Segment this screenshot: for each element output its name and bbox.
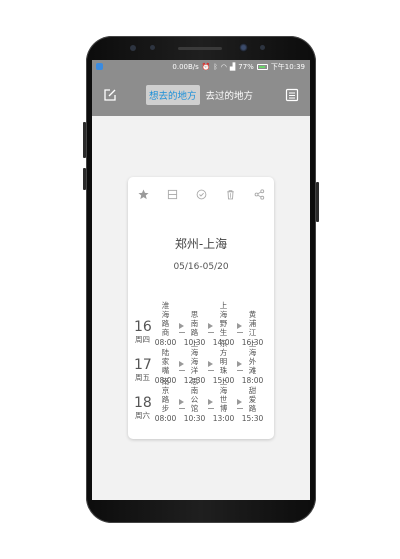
card-action-bar bbox=[128, 177, 274, 200]
sensor-icon bbox=[260, 45, 265, 50]
day-label: 17 周五 bbox=[134, 355, 152, 393]
stop-list: 南京路步 08:00 思南公馆 10:30 上海世博 13:00 甜爱路 15:… bbox=[151, 377, 267, 431]
day-label: 18 周六 bbox=[134, 393, 152, 431]
day-number: 16 bbox=[134, 319, 152, 335]
stop-time: 18:00 bbox=[241, 376, 264, 385]
stop-name: 黄浦江 bbox=[248, 310, 257, 337]
stop-name: 陆家嘴 bbox=[159, 348, 185, 375]
arrow-icon bbox=[236, 361, 242, 367]
signal-icon: ▟ bbox=[229, 63, 236, 71]
arrow-icon bbox=[178, 399, 184, 405]
phone-speaker bbox=[178, 47, 222, 50]
arrow-icon bbox=[178, 361, 184, 367]
tab-been-there[interactable]: 去过的地方 bbox=[203, 85, 257, 105]
day-weekday: 周五 bbox=[135, 373, 150, 382]
status-time: 下午10:39 bbox=[270, 63, 305, 71]
stop-name: 思南公馆 bbox=[188, 377, 214, 413]
stop-item[interactable]: 甜爱路 15:30 bbox=[238, 386, 267, 431]
trash-icon[interactable] bbox=[224, 188, 236, 200]
check-circle-icon[interactable] bbox=[195, 188, 207, 200]
itinerary: 16 周四 淮海路商 08:00 思南路 10:30 上海野生 14:00 黄浦… bbox=[134, 301, 270, 431]
sensor-icon bbox=[150, 45, 155, 50]
trip-date-range: 05/16-05/20 bbox=[173, 262, 229, 272]
stop-time: 15:30 bbox=[241, 414, 264, 423]
power-button bbox=[316, 182, 319, 222]
bluetooth-icon: ᛒ bbox=[213, 63, 218, 71]
stop-item[interactable]: 上海世博 13:00 bbox=[209, 377, 243, 431]
day-number: 17 bbox=[134, 357, 152, 373]
day-number: 18 bbox=[134, 395, 152, 411]
net-speed: 0.00B/s bbox=[172, 63, 199, 71]
sensor-icon bbox=[130, 45, 136, 51]
tab-want-to-go[interactable]: 想去的地方 bbox=[145, 85, 200, 105]
status-bar: 0.00B/s ⏰ ᛒ ◠ ▟ 77% 下午10:39 bbox=[92, 60, 310, 74]
edit-icon[interactable] bbox=[102, 87, 118, 103]
wifi-icon: ◠ bbox=[220, 63, 227, 71]
alarm-icon: ⏰ bbox=[201, 63, 211, 71]
top-toolbar: 想去的地方 去过的地方 bbox=[92, 74, 310, 116]
day-weekday: 周四 bbox=[135, 335, 150, 344]
stop-item[interactable]: 思南公馆 10:30 bbox=[180, 377, 214, 431]
battery-icon bbox=[256, 64, 268, 70]
stop-name: 南京路步 bbox=[159, 377, 185, 413]
stop-name: 甜爱路 bbox=[248, 386, 257, 413]
day-weekday: 周六 bbox=[135, 411, 150, 420]
trip-card[interactable]: 郑州-上海 05/16-05/20 16 周四 淮海路商 08:00 思南路 1… bbox=[128, 177, 274, 439]
stop-time: 13:00 bbox=[212, 414, 235, 423]
stop-name: 上海世博 bbox=[217, 377, 243, 413]
battery-percent: 77% bbox=[238, 63, 254, 71]
arrow-icon bbox=[207, 323, 213, 329]
stop-time: 08:00 bbox=[154, 414, 177, 423]
save-icon[interactable] bbox=[166, 188, 178, 200]
arrow-icon bbox=[207, 399, 213, 405]
itinerary-day: 18 周六 南京路步 08:00 思南公馆 10:30 上海世博 13:00 甜… bbox=[134, 377, 270, 431]
arrow-icon bbox=[207, 361, 213, 367]
stop-name: 淮海路商 bbox=[159, 301, 185, 337]
list-icon[interactable] bbox=[284, 87, 300, 103]
stop-name: 上海外滩 bbox=[248, 339, 257, 375]
stop-item[interactable]: 南京路步 08:00 bbox=[151, 377, 185, 431]
stop-name: 思南路 bbox=[188, 310, 214, 337]
star-icon[interactable] bbox=[137, 188, 149, 200]
arrow-icon bbox=[178, 323, 184, 329]
stop-name: 上海野生 bbox=[217, 301, 243, 337]
stop-time: 08:00 bbox=[154, 338, 177, 347]
trip-title: 郑州-上海 bbox=[174, 237, 228, 251]
stop-time: 10:30 bbox=[183, 414, 206, 423]
stop-name: 东方明珠 bbox=[217, 339, 243, 375]
share-icon[interactable] bbox=[253, 188, 265, 200]
arrow-icon bbox=[236, 399, 242, 405]
day-label: 16 周四 bbox=[134, 317, 152, 355]
tab-group: 想去的地方 去过的地方 bbox=[145, 85, 257, 105]
app-screen: 0.00B/s ⏰ ᛒ ◠ ▟ 77% 下午10:39 想去的地方 去过的地方 bbox=[92, 60, 310, 500]
front-camera-icon bbox=[239, 43, 248, 52]
app-notification-icon bbox=[96, 63, 103, 70]
stop-name: 上海海洋 bbox=[188, 339, 214, 375]
arrow-icon bbox=[236, 323, 242, 329]
